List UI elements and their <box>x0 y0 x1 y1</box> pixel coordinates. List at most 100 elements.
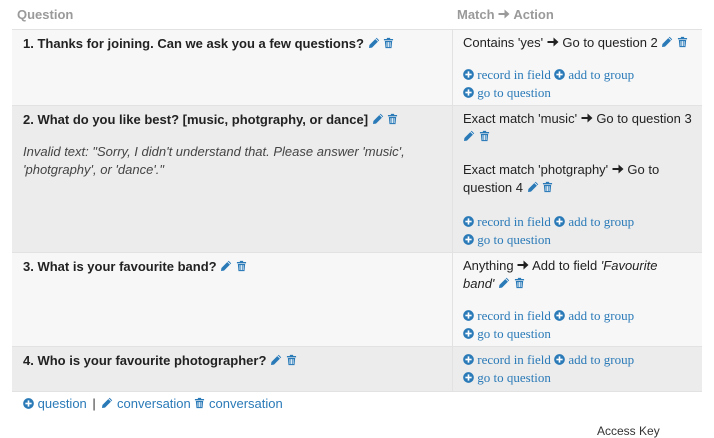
pencil-icon[interactable] <box>372 113 384 125</box>
column-header-action: Action <box>513 7 554 22</box>
plus-circle-icon <box>463 69 474 80</box>
plus-circle-icon <box>463 87 474 98</box>
record-in-field-label: record in field <box>477 308 551 323</box>
goto-question-link[interactable]: go to question <box>463 325 551 343</box>
action-links: record in field add to group <box>463 307 634 325</box>
plus-circle-icon <box>554 354 565 365</box>
add-to-group-label: add to group <box>568 214 635 229</box>
record-in-field-label: record in field <box>477 214 551 229</box>
table-row: 3. What is your favourite band? Anything… <box>12 252 702 347</box>
trash-icon[interactable] <box>286 354 297 366</box>
plus-circle-icon <box>463 310 474 321</box>
pencil-icon[interactable] <box>498 277 510 289</box>
match-action: Go to question 3 <box>596 111 692 126</box>
plus-circle-icon <box>463 216 474 227</box>
add-question-button[interactable]: question <box>23 396 90 411</box>
edit-conversation-button[interactable]: conversation <box>101 396 194 411</box>
action-links: record in field add to group <box>463 66 634 84</box>
column-header-question: Question <box>17 7 74 22</box>
goto-question-link[interactable]: go to question <box>463 84 551 102</box>
goto-question-label: go to question <box>477 326 551 341</box>
table-row: 4. Who is your favourite photographer? r… <box>12 346 702 392</box>
match-cell: record in field add to group go to quest… <box>452 347 702 392</box>
match-condition: Contains 'yes' <box>463 35 544 50</box>
pencil-icon[interactable] <box>661 36 673 48</box>
action-links: record in field add to group <box>463 213 634 231</box>
trash-icon[interactable] <box>236 260 247 272</box>
column-header-match: Match <box>457 7 495 22</box>
question-cell: 3. What is your favourite band? <box>12 253 452 347</box>
trash-icon[interactable] <box>514 277 525 289</box>
question-text: 1. Thanks for joining. Can we ask you a … <box>23 36 364 51</box>
access-key-label: Access Key <box>597 424 660 438</box>
trash-icon[interactable] <box>479 130 490 142</box>
add-to-group-link[interactable]: add to group <box>554 67 634 82</box>
match-condition: Exact match 'music' <box>463 111 578 126</box>
trash-icon[interactable] <box>383 37 394 49</box>
question-text-row: 4. Who is your favourite photographer? <box>23 353 297 368</box>
match-condition: Anything <box>463 258 514 273</box>
match-condition: Exact match 'photgraphy' <box>463 162 609 177</box>
pencil-icon[interactable] <box>527 181 539 193</box>
goto-question-link[interactable]: go to question <box>463 231 551 249</box>
record-in-field-link[interactable]: record in field <box>463 352 551 367</box>
plus-circle-icon <box>554 216 565 227</box>
record-in-field-link[interactable]: record in field <box>463 308 551 323</box>
question-cell: 4. Who is your favourite photographer? <box>12 347 452 392</box>
plus-circle-icon <box>463 234 474 245</box>
match-action: Add to field <box>532 258 598 273</box>
plus-circle-icon <box>463 372 474 383</box>
pencil-icon[interactable] <box>463 130 475 142</box>
invalid-text: Invalid text: "Sorry, I didn't understan… <box>23 144 405 177</box>
delete-conversation-label: conversation <box>209 396 283 411</box>
column-header-match-action: Match Action <box>457 7 554 25</box>
question-text-row: 1. Thanks for joining. Can we ask you a … <box>23 36 394 51</box>
goto-question-label: go to question <box>477 370 551 385</box>
add-to-group-label: add to group <box>568 67 635 82</box>
add-to-group-link[interactable]: add to group <box>554 308 634 323</box>
add-to-group-label: add to group <box>568 308 635 323</box>
record-in-field-label: record in field <box>477 67 551 82</box>
match-rule: Anything Add to field 'Favourite band' <box>463 257 678 293</box>
trash-icon[interactable] <box>387 113 398 125</box>
edit-conversation-label: conversation <box>117 396 191 411</box>
plus-circle-icon <box>463 354 474 365</box>
trash-icon[interactable] <box>677 36 688 48</box>
question-text-row: 3. What is your favourite band? <box>23 259 247 274</box>
separator: | <box>92 396 96 411</box>
match-cell: Contains 'yes' Go to question 2 record i… <box>452 30 702 106</box>
question-text: 2. What do you like best? [music, photgr… <box>23 112 369 127</box>
arrow-right-icon <box>547 36 559 48</box>
add-to-group-link[interactable]: add to group <box>554 214 634 229</box>
trash-icon[interactable] <box>542 181 553 193</box>
add-to-group-label: add to group <box>568 352 635 367</box>
question-cell: 1. Thanks for joining. Can we ask you a … <box>12 30 452 106</box>
question-cell: 2. What do you like best? [music, photgr… <box>12 106 452 253</box>
record-in-field-link[interactable]: record in field <box>463 67 551 82</box>
arrow-right-icon <box>612 163 624 175</box>
question-text: 4. Who is your favourite photographer? <box>23 353 267 368</box>
delete-conversation-button[interactable]: conversation <box>194 396 283 411</box>
table-footer: question | conversation conversation <box>12 391 702 415</box>
pencil-icon[interactable] <box>220 260 232 272</box>
arrow-right-icon <box>581 112 593 124</box>
trash-icon <box>194 397 205 409</box>
match-action: Go to question 2 <box>562 35 658 50</box>
plus-circle-icon <box>554 310 565 321</box>
pencil-icon <box>101 397 113 409</box>
add-to-group-link[interactable]: add to group <box>554 352 634 367</box>
arrow-right-icon <box>498 8 510 20</box>
table-row: 2. What do you like best? [music, photgr… <box>12 105 702 253</box>
record-in-field-label: record in field <box>477 352 551 367</box>
question-text: 3. What is your favourite band? <box>23 259 217 274</box>
pencil-icon[interactable] <box>368 37 380 49</box>
arrow-right-icon <box>517 259 529 271</box>
goto-question-link[interactable]: go to question <box>463 369 551 387</box>
record-in-field-link[interactable]: record in field <box>463 214 551 229</box>
match-rule: Exact match 'photgraphy' Go to question … <box>463 161 673 197</box>
match-cell: Exact match 'music' Go to question 3 Exa… <box>452 106 702 253</box>
pencil-icon[interactable] <box>270 354 282 366</box>
question-text-row: 2. What do you like best? [music, photgr… <box>23 112 398 127</box>
plus-circle-icon <box>23 398 34 409</box>
goto-question-label: go to question <box>477 232 551 247</box>
